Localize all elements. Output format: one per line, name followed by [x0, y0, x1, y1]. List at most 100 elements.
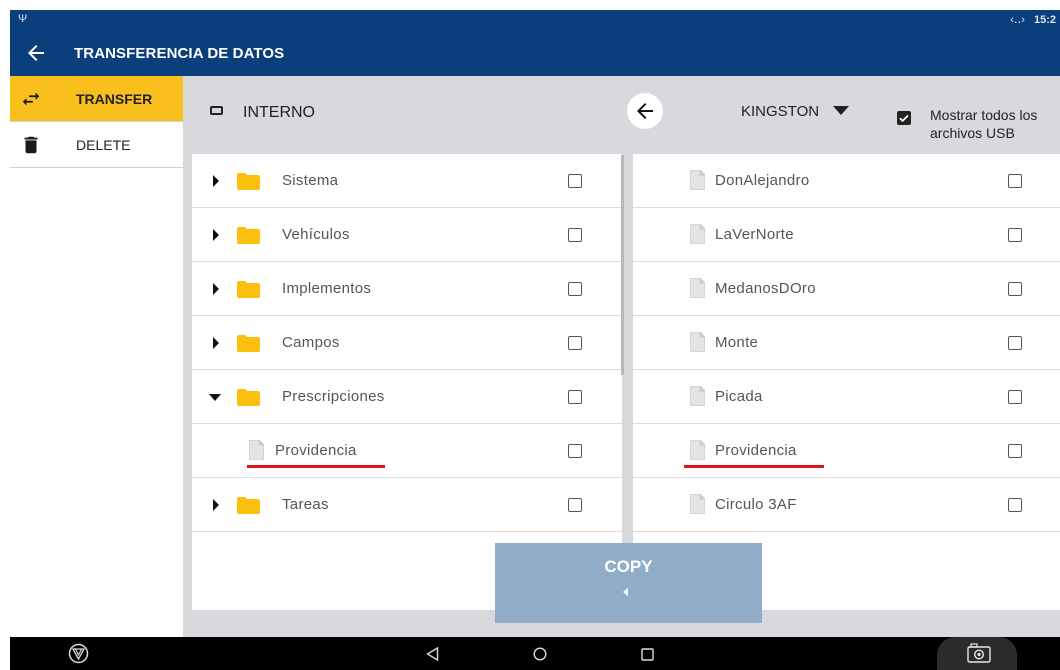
- source-label: INTERNO: [243, 104, 315, 121]
- caret-right-icon[interactable]: [213, 283, 219, 295]
- checkmark-icon: [899, 114, 909, 123]
- item-name: Prescripciones: [282, 388, 385, 405]
- source-header: INTERNO: [210, 104, 315, 122]
- folder-icon: [237, 335, 260, 352]
- item-checkbox[interactable]: [568, 336, 582, 350]
- storage-icon: [210, 106, 223, 116]
- item-checkbox[interactable]: [1008, 336, 1022, 350]
- file-icon: [690, 440, 705, 460]
- folder-icon: [237, 281, 260, 298]
- caret-right-icon[interactable]: [213, 337, 219, 349]
- item-name: MedanosDOro: [715, 280, 816, 297]
- list-item[interactable]: Providencia: [192, 424, 622, 478]
- folder-icon: [237, 497, 260, 514]
- file-icon: [249, 440, 264, 460]
- list-item[interactable]: Tareas: [192, 478, 622, 532]
- item-checkbox[interactable]: [1008, 282, 1022, 296]
- status-bar: Ψ ‹‥› 15:2: [10, 10, 1060, 30]
- list-item[interactable]: Sistema: [192, 154, 622, 208]
- item-checkbox[interactable]: [568, 498, 582, 512]
- item-checkbox[interactable]: [568, 390, 582, 404]
- list-item[interactable]: Picada: [633, 370, 1060, 424]
- nav-back-icon[interactable]: [426, 647, 439, 661]
- item-checkbox[interactable]: [1008, 390, 1022, 404]
- highlight-underline: [684, 465, 824, 468]
- list-item[interactable]: DonAlejandro: [633, 154, 1060, 208]
- trash-icon: [24, 136, 38, 154]
- nav-home-icon[interactable]: [533, 647, 547, 661]
- file-icon: [690, 224, 705, 244]
- item-name: Picada: [715, 388, 763, 405]
- list-item[interactable]: Implementos: [192, 262, 622, 316]
- item-name: Implementos: [282, 280, 372, 297]
- item-name: Sistema: [282, 172, 339, 189]
- item-name: LaVerNorte: [715, 226, 794, 243]
- item-checkbox[interactable]: [1008, 174, 1022, 188]
- sidebar-item-label: TRANSFER: [76, 91, 153, 107]
- list-item[interactable]: Providencia: [633, 424, 1060, 478]
- item-checkbox[interactable]: [1008, 444, 1022, 458]
- nav-recents-icon[interactable]: [641, 648, 654, 661]
- show-all-label: Mostrar todos los archivos USB: [930, 107, 1038, 141]
- arrow-left-icon[interactable]: [24, 41, 48, 65]
- list-item[interactable]: Vehículos: [192, 208, 622, 262]
- main-area: INTERNO KINGSTON Mostrar todos los archi…: [184, 76, 1060, 637]
- dropdown-triangle-icon: [833, 105, 850, 115]
- sidebar: TRANSFER DELETE: [10, 76, 184, 637]
- clock: 15:2: [1033, 14, 1056, 26]
- drive-back-button[interactable]: [627, 93, 663, 129]
- sidebar-item-delete[interactable]: DELETE: [10, 122, 183, 168]
- caret-down-icon[interactable]: [209, 394, 221, 401]
- caret-right-icon[interactable]: [213, 175, 219, 187]
- item-checkbox[interactable]: [1008, 228, 1022, 242]
- item-name: Tareas: [282, 496, 329, 513]
- item-name: Providencia: [715, 442, 797, 459]
- caret-right-icon[interactable]: [213, 229, 219, 241]
- file-icon: [690, 278, 705, 298]
- folder-icon: [237, 173, 260, 190]
- folder-icon: [237, 389, 260, 406]
- logo-icon[interactable]: [68, 643, 89, 664]
- list-item[interactable]: Monte: [633, 316, 1060, 370]
- file-icon: [690, 332, 705, 352]
- caret-right-icon[interactable]: [213, 499, 219, 511]
- list-item[interactable]: MedanosDOro: [633, 262, 1060, 316]
- app-bar: TRANSFERENCIA DE DATOS: [10, 30, 1060, 76]
- file-icon: [690, 386, 705, 406]
- system-nav-bar: [10, 637, 1060, 670]
- sidebar-item-transfer[interactable]: TRANSFER: [10, 76, 183, 122]
- item-name: Monte: [715, 334, 759, 351]
- list-item[interactable]: Campos: [192, 316, 622, 370]
- sidebar-item-label: DELETE: [76, 137, 131, 153]
- item-checkbox[interactable]: [568, 444, 582, 458]
- usb-icon: Ψ: [18, 13, 28, 25]
- item-checkbox[interactable]: [568, 174, 582, 188]
- item-name: Circulo 3AF: [715, 496, 797, 513]
- drive-selector[interactable]: KINGSTON: [741, 103, 850, 120]
- usb-file-list: DonAlejandro LaVerNorte MedanosDOro Mont…: [633, 154, 1060, 610]
- file-icon: [690, 170, 705, 190]
- camera-button[interactable]: [937, 637, 1017, 670]
- show-all-checkbox[interactable]: [897, 111, 911, 125]
- drive-label: KINGSTON: [741, 103, 820, 120]
- list-item[interactable]: LaVerNorte: [633, 208, 1060, 262]
- item-name: Providencia: [275, 442, 357, 459]
- network-indicator: ‹‥›: [1010, 14, 1025, 26]
- item-checkbox[interactable]: [1008, 498, 1022, 512]
- item-name: Campos: [282, 334, 340, 351]
- triangle-left-icon: [623, 588, 628, 596]
- file-icon: [690, 494, 705, 514]
- swap-arrows-icon: [22, 92, 40, 106]
- item-checkbox[interactable]: [568, 282, 582, 296]
- list-item[interactable]: Prescripciones: [192, 370, 622, 424]
- copy-button[interactable]: COPY: [495, 543, 762, 623]
- scrollbar[interactable]: [621, 155, 624, 375]
- status-right: ‹‥› 15:2: [1010, 13, 1056, 26]
- copy-label: COPY: [604, 557, 653, 576]
- camera-icon: [967, 643, 991, 663]
- item-name: Vehículos: [282, 226, 350, 243]
- list-item[interactable]: Circulo 3AF: [633, 478, 1060, 532]
- folder-icon: [237, 227, 260, 244]
- item-checkbox[interactable]: [568, 228, 582, 242]
- highlight-underline: [247, 465, 385, 468]
